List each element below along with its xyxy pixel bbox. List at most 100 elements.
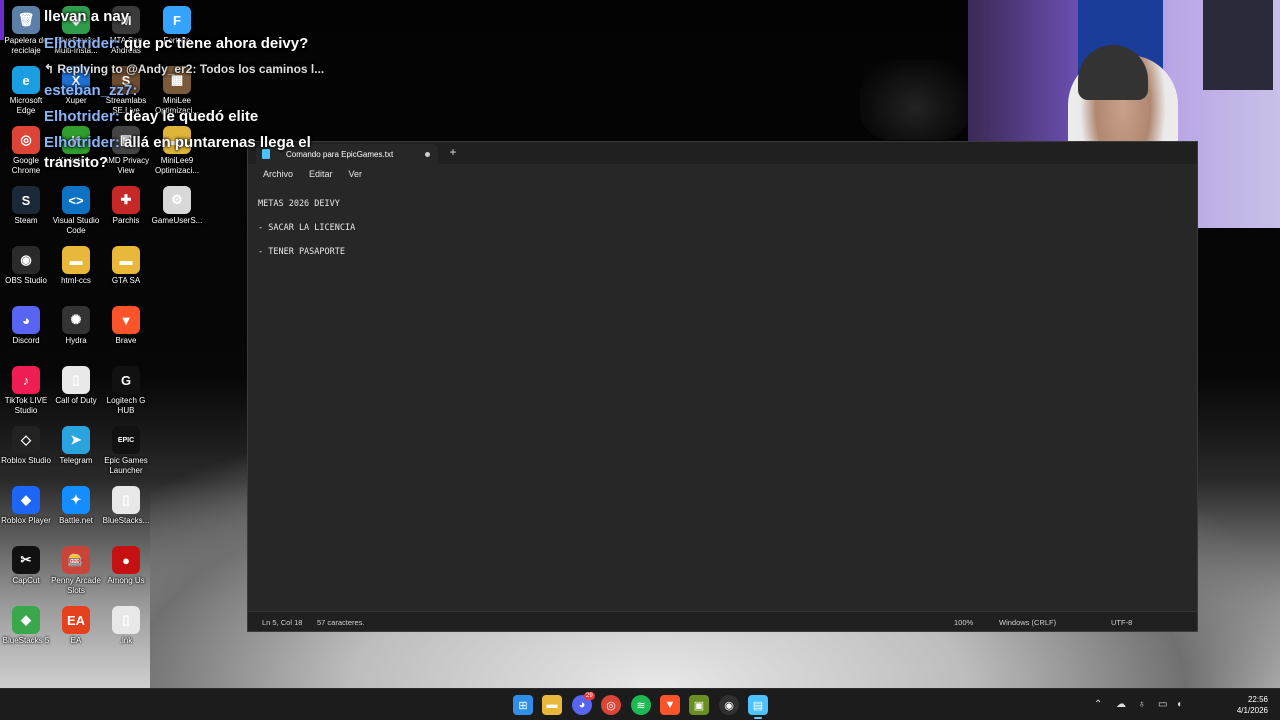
desktop-icon[interactable]: ✺ Hydra	[50, 304, 102, 362]
app-icon: EPIC	[112, 426, 140, 454]
new-tab-button[interactable]: +	[446, 145, 460, 161]
desktop-icon-label: html-ccs	[61, 276, 91, 285]
microphone-icon[interactable]: ♁	[1138, 699, 1146, 710]
desktop-icon[interactable]: ▬ html-ccs	[50, 244, 102, 302]
desktop-icon[interactable]: G Logitech G HUB	[100, 364, 152, 422]
taskbar-start-button[interactable]: ⊞	[513, 695, 533, 715]
desktop-icon[interactable]: ▼ Brave	[100, 304, 152, 362]
taskbar-chrome-button[interactable]: ◎	[601, 695, 621, 715]
desktop-icon[interactable]: EPIC Epic Games Launcher	[100, 424, 152, 482]
wallpaper-graffiti	[860, 60, 970, 140]
app-icon: ♪	[12, 366, 40, 394]
taskbar-minecraft-button[interactable]: ▣	[689, 695, 709, 715]
desktop-icon[interactable]: ▯ .lnk	[100, 604, 152, 662]
desktop-icon[interactable]: ✂ CapCut	[0, 544, 52, 602]
desktop-icon[interactable]: ◆ Roblox Player	[0, 484, 52, 542]
chat-username: Elhotrider:	[44, 108, 120, 125]
desktop-icon[interactable]: S Steam	[0, 184, 52, 242]
taskbar-brave-button[interactable]: ▼	[660, 695, 680, 715]
unsaved-dot-icon[interactable]	[425, 151, 430, 157]
app-icon: ▼	[112, 306, 140, 334]
app-icon: ●	[112, 546, 140, 574]
app-icon: ▯	[62, 366, 90, 394]
desktop-icon-label: GameUserS...	[151, 216, 203, 225]
network-icon[interactable]: ▭	[1158, 699, 1167, 710]
desktop-icon-label: Epic Games Launcher	[104, 456, 148, 475]
line-ending[interactable]: Windows (CRLF)	[999, 618, 1056, 627]
chat-username: Elhotrider:	[44, 134, 120, 151]
desktop-icon[interactable]: ▯ Call of Duty	[50, 364, 102, 422]
app-icon: ◕	[12, 306, 40, 334]
taskbar-spotify-button[interactable]: ≋	[631, 695, 651, 715]
notepad-editor[interactable]: METAS 2026 DEIVY - SACAR LA LICENCIA - T…	[248, 190, 1197, 610]
desktop-icon-label: OBS Studio	[5, 276, 47, 285]
desktop-icon[interactable]: ▯ BlueStacks...	[100, 484, 152, 542]
notepad-window[interactable]: Comando para EpicGames.txt + Archivo Edi…	[247, 141, 1198, 632]
desktop-icon-label: Visual Studio Code	[52, 216, 100, 235]
taskbar: ⊞ ▬ ◕ 29 ◎ ≋ ▼ ▣ ◉ ▤ ⌃ ☁ ♁ ▭ ◖ 22:56 4/1/2026	[0, 688, 1280, 720]
desktop-icon-label: GTA SA	[111, 276, 141, 285]
taskbar-obs-button[interactable]: ◉	[719, 695, 739, 715]
desktop-icon[interactable]: ➤ Telegram	[50, 424, 102, 482]
chat-message: Elhotrider: deay le quedó elite	[44, 108, 258, 126]
onedrive-icon[interactable]: ☁	[1116, 699, 1126, 710]
chat-text: llevan a nay	[44, 8, 130, 25]
desktop-icon-label: Logitech G HUB	[106, 396, 146, 415]
volume-icon[interactable]: ◖	[1176, 699, 1182, 710]
desktop-icon[interactable]: ◆ BlueStacks 5	[0, 604, 52, 662]
desktop-icon-label: Among Us	[107, 576, 145, 585]
app-icon: ✂	[12, 546, 40, 574]
desktop-icon-label: BlueStacks 5	[2, 636, 50, 645]
desktop-icon-label: Steam	[14, 216, 38, 225]
desktop-icon[interactable]: 🎰 Penny Arcade Slots	[50, 544, 102, 602]
desktop-icon-label: Penny Arcade Slots	[51, 576, 101, 595]
desktop-icon[interactable]: <> Visual Studio Code	[50, 184, 102, 242]
notepad-titlebar[interactable]: Comando para EpicGames.txt +	[248, 142, 1197, 164]
desktop-icon[interactable]: ◉ OBS Studio	[0, 244, 52, 302]
desktop-icon[interactable]: ⚙ GameUserS...	[151, 184, 203, 242]
chat-reply: ↰ Replying to @Andy_er2: Todos los camin…	[44, 60, 324, 78]
chat-message: Elhotrider: allá en puntarenas llega el	[44, 134, 311, 152]
app-icon: ◇	[12, 426, 40, 454]
desktop-icon-label: Hydra	[65, 336, 87, 345]
chevron-up-icon[interactable]: ⌃	[1094, 699, 1102, 710]
cursor-position: Ln 5, Col 18	[262, 618, 303, 627]
app-icon: ✦	[62, 486, 90, 514]
app-icon: ▯	[112, 606, 140, 634]
desktop-icon[interactable]: EA EA	[50, 604, 102, 662]
desktop-icon[interactable]: ● Among Us	[100, 544, 152, 602]
char-count: 57 caracteres.	[317, 618, 365, 627]
desktop-icon-label: EA	[70, 636, 82, 645]
desktop-icon[interactable]: ▬ GTA SA	[100, 244, 152, 302]
chat-username: Elhotrider:	[44, 35, 120, 52]
chat-message: transito?	[44, 154, 108, 172]
desktop-icon[interactable]: ✦ Battle.net	[50, 484, 102, 542]
desktop-icon-label: Telegram	[59, 456, 93, 465]
zoom-level[interactable]: 100%	[954, 618, 973, 627]
notepad-menubar: Archivo Editar Ver	[248, 164, 1197, 186]
taskbar-file-explorer-button[interactable]: ▬	[542, 695, 562, 715]
app-icon: ✚	[112, 186, 140, 214]
app-icon: ◎	[12, 126, 40, 154]
taskbar-notepad-button[interactable]: ▤	[748, 695, 768, 715]
app-icon: e	[12, 66, 40, 94]
app-icon: ◉	[12, 246, 40, 274]
app-icon: ▯	[112, 486, 140, 514]
reply-arrow-icon: ↰	[44, 62, 58, 76]
system-tray: ⌃ ☁ ♁ ▭ ◖ 22:56 4/1/2026	[1080, 689, 1280, 720]
taskbar-clock[interactable]: 22:56 4/1/2026	[1237, 694, 1268, 716]
chat-reply-text: Replying to @Andy_er2: Todos los caminos…	[57, 62, 325, 76]
desktop-icon[interactable]: ◕ Discord	[0, 304, 52, 362]
webcam-poster	[1203, 0, 1273, 90]
desktop-icon-label: Battle.net	[59, 516, 93, 525]
chat-text: deay le quedó elite	[124, 108, 259, 125]
editor-line: METAS 2026 DEIVY	[258, 199, 340, 209]
desktop-icon[interactable]: ♪ TikTok LIVE Studio	[0, 364, 52, 422]
desktop-icon[interactable]: ✚ Parchis	[100, 184, 152, 242]
menu-ver[interactable]: Ver	[343, 164, 369, 186]
desktop-icon[interactable]: ◇ Roblox Studio	[0, 424, 52, 482]
app-icon: G	[112, 366, 140, 394]
encoding[interactable]: UTF-8	[1111, 618, 1132, 627]
